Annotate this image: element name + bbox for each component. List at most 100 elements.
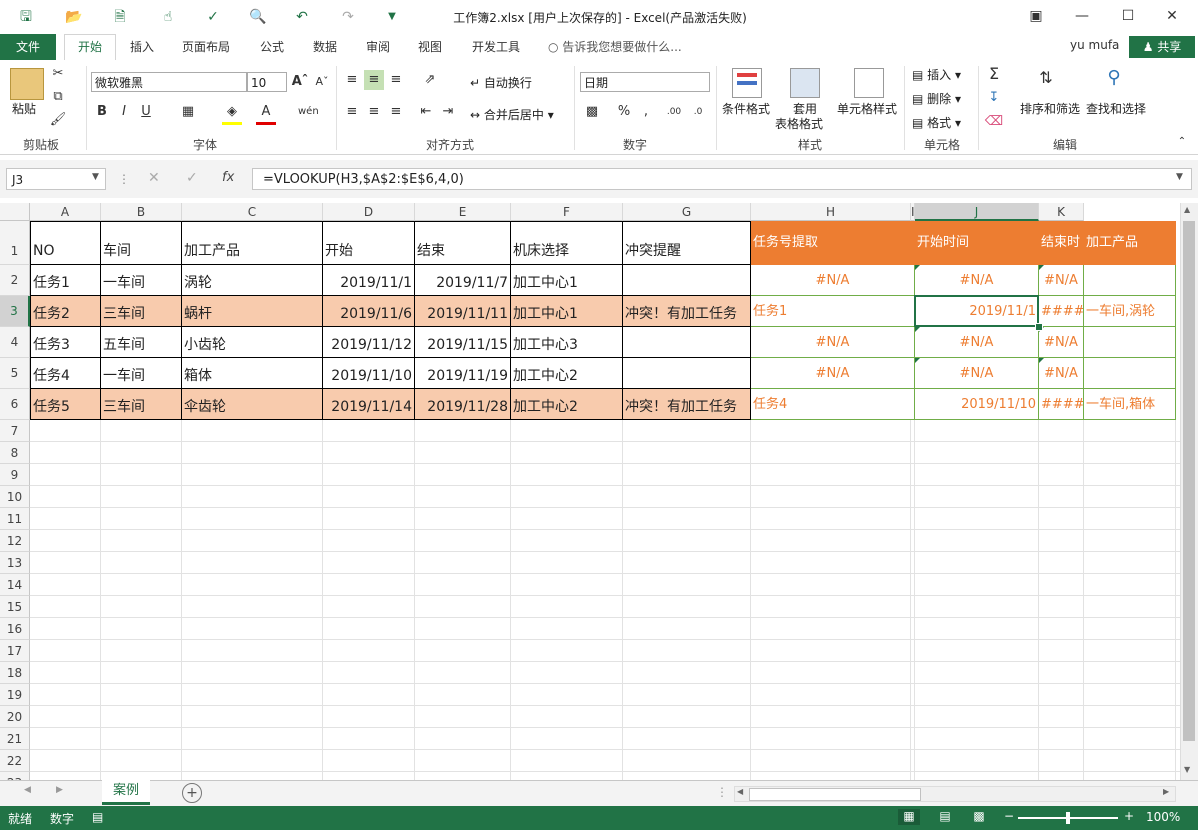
column-header-F[interactable]: F: [511, 203, 623, 221]
table-cell[interactable]: 加工中心2: [511, 389, 623, 420]
formula-input[interactable]: =VLOOKUP(H3,$A$2:$E$6,4,0): [252, 168, 1192, 190]
lookup-cell[interactable]: #N/A: [751, 327, 915, 358]
column-header-J[interactable]: J: [915, 203, 1039, 221]
undo-icon[interactable]: ↶: [292, 7, 312, 27]
spelling-icon[interactable]: ✓: [203, 7, 223, 27]
table-cell[interactable]: 加工中心1: [511, 265, 623, 296]
row-header-20[interactable]: 20: [0, 706, 30, 728]
tab-data[interactable]: 数据: [313, 38, 337, 55]
lookup-cell[interactable]: 一车间,箱体: [1084, 389, 1176, 420]
row-header-8[interactable]: 8: [0, 442, 30, 464]
row-header-22[interactable]: 22: [0, 750, 30, 772]
column-header-A[interactable]: A: [30, 203, 101, 221]
name-box-dropdown-icon[interactable]: ▼: [92, 172, 99, 182]
merge-center-button[interactable]: ↔ 合并后居中 ▾: [470, 106, 554, 123]
font-color-icon[interactable]: A: [256, 102, 276, 125]
row-header-1[interactable]: 1: [0, 221, 30, 265]
sheet-tab-案例[interactable]: 案例: [102, 780, 150, 805]
table-cell[interactable]: 加工中心3: [511, 327, 623, 358]
select-all-corner[interactable]: [0, 203, 30, 221]
increase-indent-icon[interactable]: ⇥: [438, 102, 458, 122]
table-cell[interactable]: [623, 327, 751, 358]
table-header-cell[interactable]: 开始: [323, 221, 415, 265]
table-header-cell[interactable]: NO: [30, 221, 101, 265]
lookup-cell[interactable]: [1084, 327, 1176, 358]
table-cell[interactable]: 加工中心2: [511, 358, 623, 389]
conditional-format-button[interactable]: 条件格式: [722, 100, 770, 117]
sort-filter-icon[interactable]: ⇅: [1036, 68, 1056, 88]
row-header-14[interactable]: 14: [0, 574, 30, 596]
horizontal-scrollbar[interactable]: ◀ ▶: [734, 786, 1176, 802]
lookup-cell[interactable]: 任务4: [751, 389, 915, 420]
row-header-16[interactable]: 16: [0, 618, 30, 640]
new-sheet-icon[interactable]: +: [182, 783, 202, 803]
lookup-header-cell[interactable]: 开始时间: [915, 221, 1039, 265]
align-center-icon[interactable]: ≡: [364, 102, 384, 122]
find-icon[interactable]: ⚲: [1104, 68, 1124, 88]
row-header-11[interactable]: 11: [0, 508, 30, 530]
lookup-cell[interactable]: #N/A: [1039, 265, 1084, 296]
row-header-3[interactable]: 3: [0, 296, 30, 327]
table-cell[interactable]: 冲突！有加工任务: [623, 389, 751, 420]
paste-icon[interactable]: [10, 68, 44, 100]
lookup-cell[interactable]: #N/A: [751, 358, 915, 389]
table-cell[interactable]: 任务5: [30, 389, 101, 420]
format-painter-icon[interactable]: 🖌: [48, 110, 68, 130]
lookup-cell[interactable]: 任务1: [751, 296, 915, 327]
row-header-15[interactable]: 15: [0, 596, 30, 618]
cell-styles-icon[interactable]: [854, 68, 884, 98]
underline-icon[interactable]: U: [136, 102, 156, 122]
decrease-indent-icon[interactable]: ⇤: [416, 102, 436, 122]
scroll-left-icon[interactable]: ◀: [737, 787, 743, 796]
row-header-7[interactable]: 7: [0, 420, 30, 442]
tab-split-handle[interactable]: ⋮: [716, 785, 728, 799]
row-header-10[interactable]: 10: [0, 486, 30, 508]
lookup-cell[interactable]: 2019/11/10: [915, 389, 1039, 420]
fill-handle[interactable]: [1035, 323, 1043, 331]
row-header-12[interactable]: 12: [0, 530, 30, 552]
table-cell[interactable]: 任务2: [30, 296, 101, 327]
table-header-cell[interactable]: 加工产品: [182, 221, 323, 265]
cut-icon[interactable]: ✂: [48, 64, 68, 84]
row-header-18[interactable]: 18: [0, 662, 30, 684]
page-layout-view-icon[interactable]: ▤: [934, 809, 956, 825]
table-cell[interactable]: 任务3: [30, 327, 101, 358]
table-cell[interactable]: 一车间: [101, 358, 182, 389]
table-cell[interactable]: 冲突！有加工任务: [623, 296, 751, 327]
clear-icon[interactable]: ⌫: [984, 112, 1004, 132]
zoom-slider-thumb[interactable]: [1066, 812, 1070, 824]
lookup-cell[interactable]: 一车间,涡轮: [1084, 296, 1176, 327]
column-header-C[interactable]: C: [182, 203, 323, 221]
print-preview-icon[interactable]: 🔍: [248, 7, 268, 27]
bold-icon[interactable]: B: [92, 102, 112, 122]
macro-record-icon[interactable]: ▤: [92, 810, 103, 824]
row-header-2[interactable]: 2: [0, 265, 30, 296]
row-header-9[interactable]: 9: [0, 464, 30, 486]
border-icon[interactable]: ▦: [178, 102, 198, 122]
tab-insert[interactable]: 插入: [130, 38, 154, 55]
table-cell[interactable]: 涡轮: [182, 265, 323, 296]
tell-me-box[interactable]: ○ 告诉我您想要做什么...: [548, 38, 682, 55]
vertical-scroll-thumb[interactable]: [1183, 221, 1195, 741]
column-header-E[interactable]: E: [415, 203, 511, 221]
delete-cells-button[interactable]: ▤ 删除 ▾: [912, 90, 961, 107]
italic-icon[interactable]: I: [114, 102, 134, 122]
table-cell[interactable]: 2019/11/15: [415, 327, 511, 358]
tab-review[interactable]: 审阅: [366, 38, 390, 55]
table-cell[interactable]: 2019/11/28: [415, 389, 511, 420]
new-icon[interactable]: 🗎: [110, 7, 130, 27]
row-header-6[interactable]: 6: [0, 389, 30, 420]
insert-function-icon[interactable]: fx: [222, 170, 234, 185]
cancel-icon[interactable]: ✕: [148, 170, 160, 186]
tab-developer[interactable]: 开发工具: [472, 38, 520, 55]
tab-home[interactable]: 开始: [64, 34, 116, 62]
table-cell[interactable]: 2019/11/1: [323, 265, 415, 296]
ribbon-display-icon[interactable]: ▣: [1024, 6, 1048, 26]
vertical-scrollbar[interactable]: ▲ ▼: [1180, 203, 1198, 780]
lookup-cell[interactable]: #N/A: [915, 358, 1039, 389]
row-header-23[interactable]: 23: [0, 772, 30, 780]
orientation-icon[interactable]: ⇗: [420, 70, 440, 90]
table-cell[interactable]: 任务4: [30, 358, 101, 389]
table-header-cell[interactable]: 机床选择: [511, 221, 623, 265]
minimize-button[interactable]: —: [1070, 6, 1094, 26]
